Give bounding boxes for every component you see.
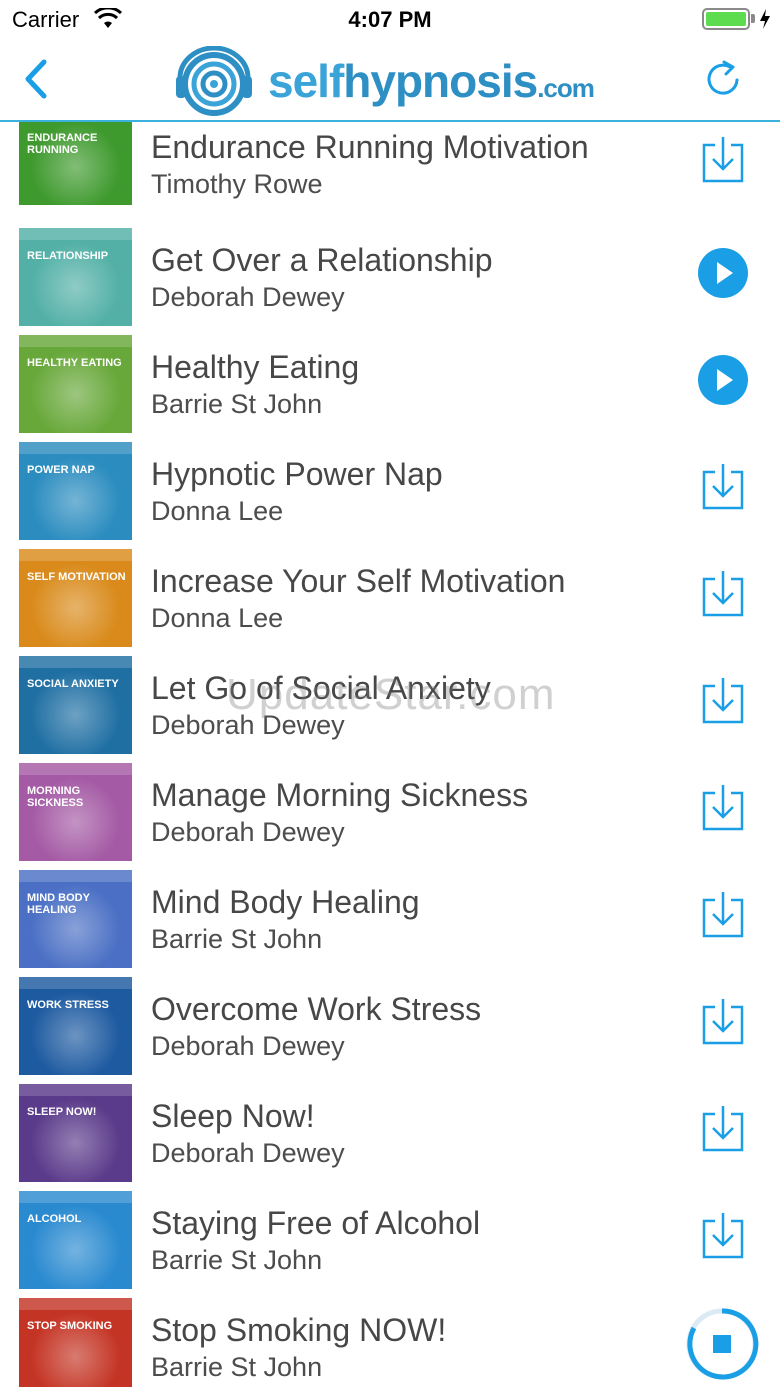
track-title: Manage Morning Sickness <box>151 777 529 813</box>
download-button[interactable] <box>696 888 750 942</box>
track-row[interactable]: Endurance Running Endurance Running Motiv… <box>0 122 780 222</box>
track-cover-image: Stop Smoking <box>19 1298 132 1387</box>
download-button[interactable] <box>696 995 750 1049</box>
download-button[interactable] <box>696 133 750 187</box>
track-author: Barrie St John <box>151 924 323 954</box>
cover-brand-strip <box>19 1191 132 1203</box>
track-author: Deborah Dewey <box>151 817 345 847</box>
track-row[interactable]: Relationship Get Over a Relationship Debor… <box>0 228 780 335</box>
track-author: Deborah Dewey <box>151 1138 345 1168</box>
track-title: Staying Free of Alcohol <box>151 1205 481 1241</box>
track-cover-image: Relationship <box>19 228 132 326</box>
cover-brand-strip <box>19 763 132 775</box>
cover-title: Stop Smoking <box>27 1320 113 1332</box>
track-cover-image: Power Nap <box>19 442 132 540</box>
nav-bar: selfhypnosis.com <box>0 40 780 122</box>
cover-title: Healthy Eating <box>27 357 122 369</box>
cover-brand-strip <box>19 442 132 454</box>
track-title: Sleep Now! <box>151 1098 315 1134</box>
track-row[interactable]: Morning Sickness Manage Morning Sickness D… <box>0 763 780 870</box>
track-cover-image: Self Motivation <box>19 549 132 647</box>
battery-tip <box>751 14 755 23</box>
cover-title: Alcohol <box>27 1213 82 1225</box>
logo-text: selfhypnosis.com <box>268 55 595 107</box>
track-title: Overcome Work Stress <box>151 991 482 1027</box>
cover-title: Relationship <box>27 250 109 262</box>
stop-download-button[interactable] <box>684 1306 760 1382</box>
track-title: Increase Your Self Motivation <box>151 563 566 599</box>
track-row[interactable]: Mind Body Healing Mind Body Healing Barrie… <box>0 870 780 977</box>
track-author: Deborah Dewey <box>151 282 345 312</box>
track-row[interactable]: Healthy Eating Healthy Eating Barrie St Jo… <box>0 335 780 442</box>
track-row[interactable]: Work Stress Overcome Work Stress Deborah D… <box>0 977 780 1084</box>
charging-icon <box>760 9 770 29</box>
track-list[interactable]: Endurance Running Endurance Running Motiv… <box>0 122 780 1387</box>
cover-title: Work Stress <box>27 999 109 1011</box>
back-button[interactable] <box>18 56 58 102</box>
track-cover-image: Social Anxiety <box>19 656 132 754</box>
track-cover-image: Mind Body Healing <box>19 870 132 968</box>
track-author: Barrie St John <box>151 389 323 419</box>
selfhypnosis-logo: selfhypnosis.com <box>172 46 622 116</box>
download-button[interactable] <box>696 567 750 621</box>
track-author: Donna Lee <box>151 496 284 526</box>
track-cover-image: Alcohol <box>19 1191 132 1289</box>
status-bar: Carrier 4:07 PM <box>0 0 780 40</box>
cover-brand-strip <box>19 870 132 882</box>
play-button[interactable] <box>696 353 750 407</box>
cover-brand-strip <box>19 1298 132 1310</box>
clock: 4:07 PM <box>348 7 432 32</box>
cover-brand-strip <box>19 335 132 347</box>
cover-brand-strip <box>19 977 132 989</box>
track-title: Get Over a Relationship <box>151 242 493 278</box>
track-author: Donna Lee <box>151 603 284 633</box>
track-row[interactable]: Stop Smoking Stop Smoking NOW! Barrie St J… <box>0 1298 780 1387</box>
track-title: Healthy Eating <box>151 349 360 385</box>
cover-title: Mind Body Healing <box>27 892 90 916</box>
cover-title: Morning Sickness <box>27 785 84 809</box>
track-cover-image: Endurance Running <box>19 122 132 205</box>
download-button[interactable] <box>696 781 750 835</box>
track-cover-image: Work Stress <box>19 977 132 1075</box>
track-title: Stop Smoking NOW! <box>151 1312 447 1348</box>
download-button[interactable] <box>696 674 750 728</box>
track-author: Barrie St John <box>151 1245 323 1275</box>
cover-title: Self Motivation <box>27 571 126 583</box>
track-row[interactable]: Alcohol Staying Free of Alcohol Barrie St … <box>0 1191 780 1298</box>
watermark: UpdateStar.com <box>226 670 556 719</box>
play-button[interactable] <box>696 246 750 300</box>
download-button[interactable] <box>696 1209 750 1263</box>
track-title: Hypnotic Power Nap <box>151 456 443 492</box>
track-author: Deborah Dewey <box>151 1031 345 1061</box>
track-author: Barrie St John <box>151 1352 323 1382</box>
cover-title: Sleep Now! <box>27 1106 97 1118</box>
cover-title: Power Nap <box>27 464 95 476</box>
cover-brand-strip <box>19 228 132 240</box>
track-cover-image: Morning Sickness <box>19 763 132 861</box>
refresh-button[interactable] <box>704 58 744 100</box>
cover-brand-strip <box>19 1084 132 1096</box>
track-row[interactable]: Sleep Now! Sleep Now! Deborah Dewey <box>0 1084 780 1191</box>
cover-brand-strip <box>19 656 132 668</box>
download-button[interactable] <box>696 460 750 514</box>
battery-icon <box>702 8 750 30</box>
track-cover-image: Sleep Now! <box>19 1084 132 1182</box>
track-row[interactable]: Power Nap Hypnotic Power Nap Donna Lee <box>0 442 780 549</box>
track-title: Endurance Running Motivation <box>151 129 589 165</box>
track-title: Mind Body Healing <box>151 884 420 920</box>
track-cover-image: Healthy Eating <box>19 335 132 433</box>
cover-brand-strip <box>19 549 132 561</box>
cover-title: Endurance Running <box>27 132 98 156</box>
cover-title: Social Anxiety <box>27 678 119 690</box>
track-author: Timothy Rowe <box>151 169 323 199</box>
track-row[interactable]: Self Motivation Increase Your Self Motiva… <box>0 549 780 656</box>
download-button[interactable] <box>696 1102 750 1156</box>
logo-spiral-icon <box>176 46 252 116</box>
